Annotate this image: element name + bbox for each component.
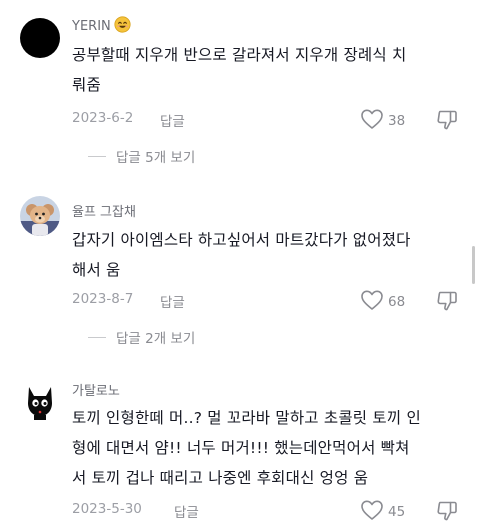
like-count: 45 — [388, 504, 406, 520]
dislike-button[interactable] — [435, 108, 459, 136]
comment-date: 2023-6-2 — [72, 110, 134, 126]
avatar[interactable] — [20, 381, 60, 421]
view-replies-button[interactable]: 답글 2개 보기 — [88, 327, 195, 347]
divider — [88, 155, 106, 157]
comment-date: 2023-8-7 — [72, 291, 134, 307]
like-count: 38 — [388, 113, 406, 129]
comment-text: 공부할때 지우개 반으로 갈라져서 지우개 장례식 치 뤄줌 — [72, 46, 407, 94]
like-button[interactable]: 68 — [360, 289, 405, 315]
thumbs-down-outline-icon — [435, 501, 459, 527]
heart-outline-icon — [360, 289, 384, 315]
thumbs-down-outline-icon — [435, 291, 459, 317]
like-button[interactable]: 38 — [360, 108, 405, 134]
comment-date: 2023-5-30 — [72, 501, 142, 517]
comment-text: 갑자기 아이엠스타 하고싶어서 마트갔다가 없어졌다 해서 움 — [72, 231, 411, 279]
divider — [88, 336, 106, 338]
comment-meta: 2023-5-30 답글 45 — [72, 499, 472, 521]
like-count: 68 — [388, 294, 406, 310]
dog-avatar-image — [20, 196, 60, 236]
reply-button[interactable]: 답글 — [174, 501, 199, 521]
scrollbar[interactable] — [472, 246, 475, 284]
reply-button[interactable]: 답글 — [160, 110, 185, 130]
avatar[interactable] — [20, 18, 60, 58]
black-cat-avatar-image — [20, 381, 60, 421]
comment-username[interactable]: YERIN — [72, 16, 131, 37]
thumbs-down-outline-icon — [435, 110, 459, 136]
heart-outline-icon — [360, 108, 384, 134]
heart-outline-icon — [360, 499, 384, 525]
reply-button[interactable]: 답글 — [160, 291, 185, 311]
comment-username[interactable]: 율프 그잡채 — [72, 201, 136, 220]
dislike-button[interactable] — [435, 289, 459, 317]
view-replies-button[interactable]: 답글 5개 보기 — [88, 146, 195, 166]
avatar[interactable] — [20, 196, 60, 236]
like-button[interactable]: 45 — [360, 499, 405, 525]
comment-text: 토끼 인형한떼 머..? 멀 꼬라바 말하고 초콜릿 토끼 인 형에 대면서 얌… — [72, 409, 421, 487]
comment-meta: 2023-6-2 답글 38 — [72, 108, 472, 130]
comment-username[interactable]: 가탈로노 — [72, 380, 120, 399]
smiling-face-emoji — [114, 16, 131, 37]
comment-meta: 2023-8-7 답글 68 — [72, 289, 472, 311]
dislike-button[interactable] — [435, 499, 459, 527]
